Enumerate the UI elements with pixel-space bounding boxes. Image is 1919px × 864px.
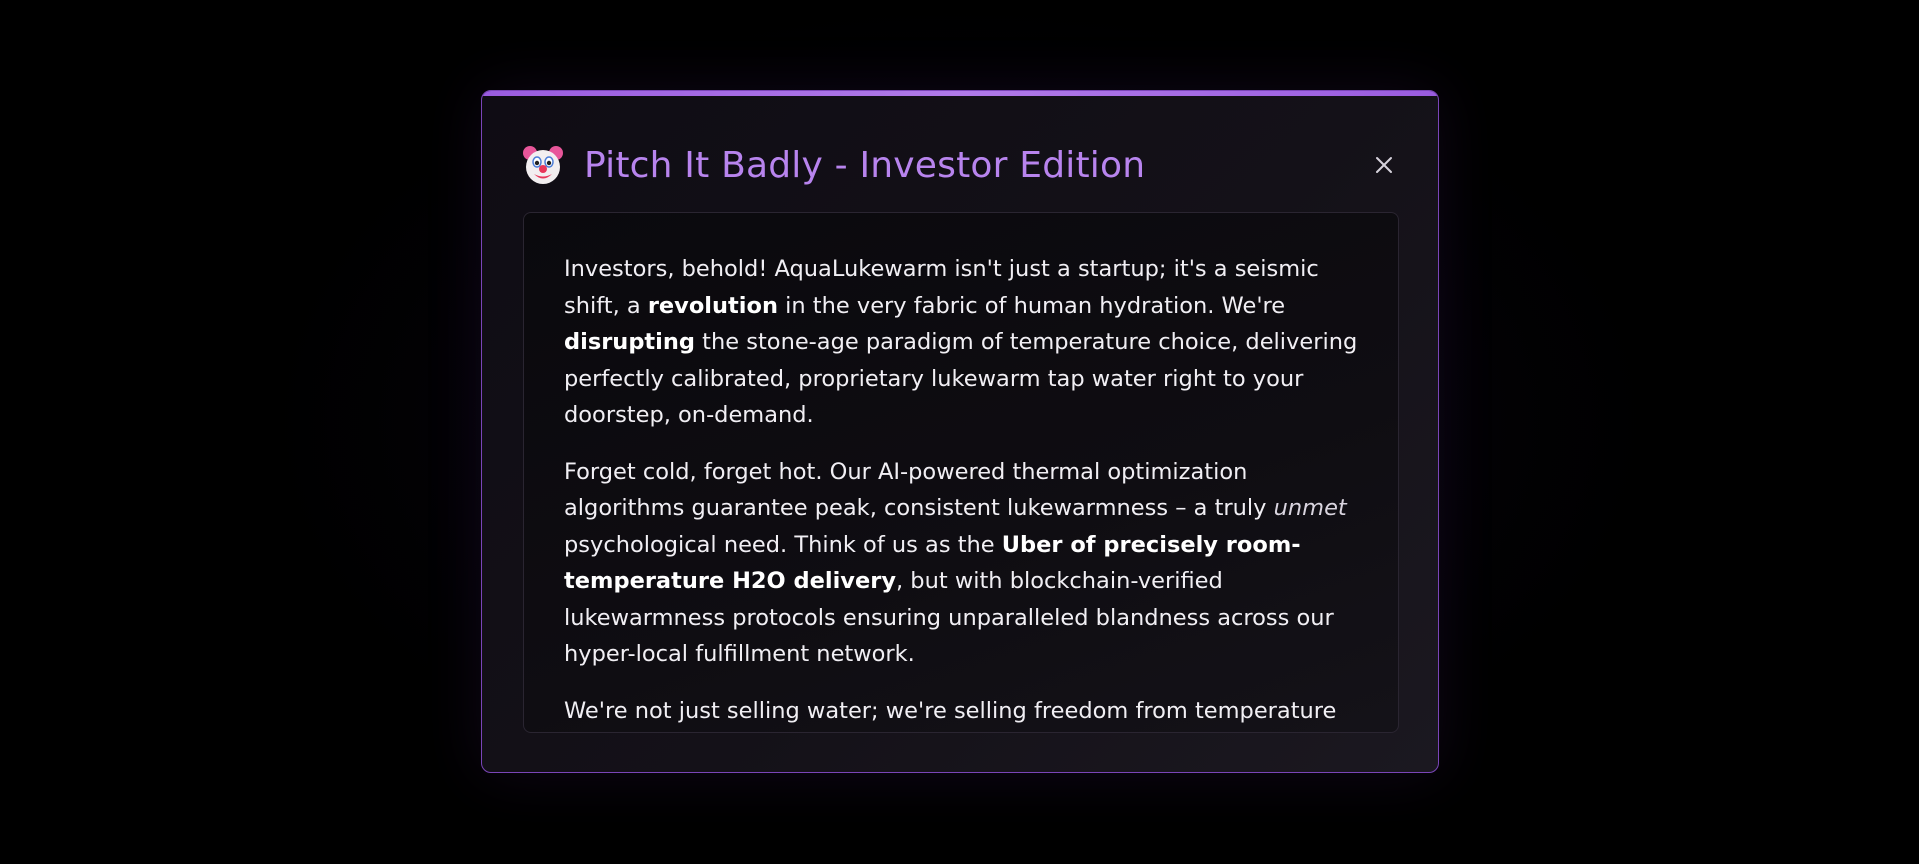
pitch-text-span: Forget cold, forget hot. Our AI-powered … [564,458,1274,522]
pitch-emphasis: revolution [647,292,778,319]
modal-title: Pitch It Badly - Investor Edition [584,144,1146,186]
pitch-italic: unmet [1273,495,1347,521]
pitch-modal: Pitch It Badly - Investor Edition Invest… [481,90,1439,773]
page-backdrop: Pitch It Badly - Investor Edition Invest… [0,0,1919,864]
modal-header: Pitch It Badly - Investor Edition [522,133,1398,197]
clown-face-icon [523,146,563,184]
modal-accent-bar [482,91,1438,96]
close-icon[interactable] [1370,151,1398,179]
pitch-paragraph-3: We're not just selling water; we're sell… [564,697,1337,724]
pitch-paragraph-2: Forget cold, forget hot. Our AI-powered … [564,454,1360,673]
pitch-text-span: psychological need. Think of us as the [564,531,1002,558]
pitch-content-panel[interactable]: Investors, behold! AquaLukewarm isn't ju… [523,212,1399,733]
pitch-text: Investors, behold! AquaLukewarm isn't ju… [524,213,1398,729]
pitch-paragraph-1: Investors, behold! AquaLukewarm isn't ju… [564,251,1360,434]
pitch-text-span: in the very fabric of human hydration. W… [777,292,1286,319]
pitch-emphasis: disrupting [564,329,696,355]
